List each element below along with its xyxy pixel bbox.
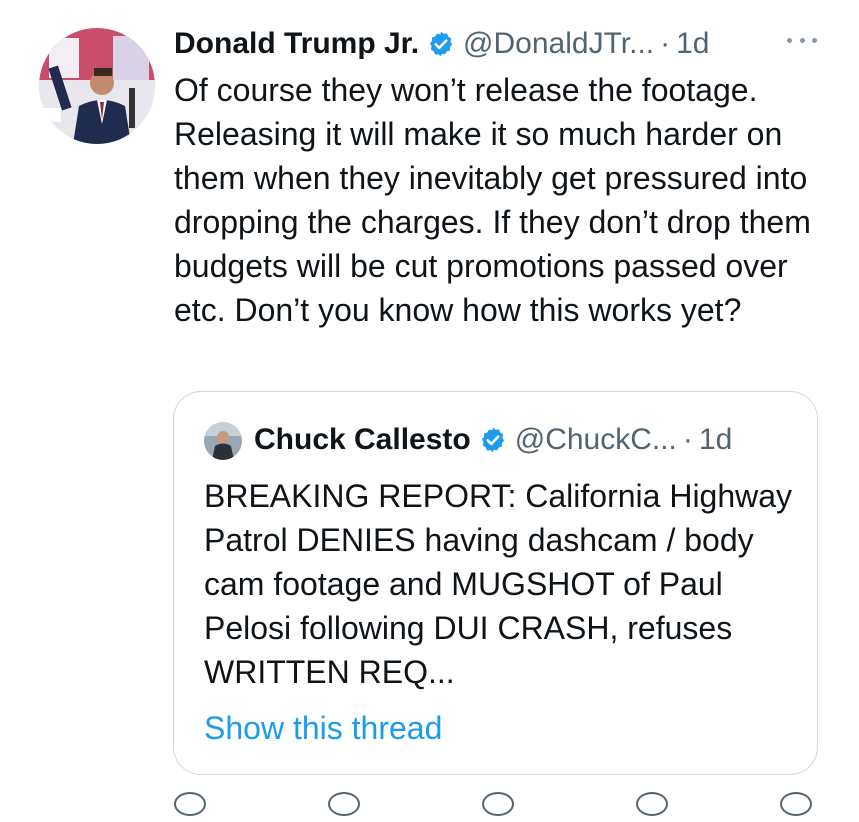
quoted-header-separator: · [682,423,693,456]
quoted-author-handle: @ChuckC... [514,423,677,456]
quoted-tweet-header: Chuck Callesto @ChuckC... · 1d [254,418,732,462]
author-avatar[interactable] [39,28,155,144]
quoted-tweet-timestamp: 1d [698,423,733,456]
more-options-icon[interactable] [787,32,817,48]
like-icon[interactable] [482,792,514,816]
quoted-author-name: Chuck Callesto [254,423,471,456]
quoted-tweet-text: BREAKING REPORT: California Highway Patr… [204,478,793,690]
more-dot [787,37,792,43]
show-thread-link[interactable]: Show this thread [204,706,442,750]
tweet-header: Donald Trump Jr. @DonaldJTr... · 1d [174,22,824,66]
analytics-icon[interactable] [780,792,812,816]
tweet-action-bar [160,792,820,822]
verified-badge-icon [427,30,455,58]
tweet-text: Of course they won’t release the footage… [174,72,811,328]
more-dot [812,37,817,43]
header-separator: · [660,27,671,60]
tweet-timestamp[interactable]: 1d [676,27,709,61]
share-icon[interactable] [636,792,668,816]
more-dot [799,37,805,43]
author-handle[interactable]: @DonaldJTr... [463,27,654,61]
reply-icon[interactable] [174,792,206,816]
author-name[interactable]: Donald Trump Jr. [174,27,419,61]
verified-badge-icon [479,426,507,454]
retweet-icon[interactable] [328,792,360,816]
quoted-tweet-card[interactable]: Chuck Callesto @ChuckC... · 1d BREAKING … [173,391,818,775]
quoted-author-avatar [204,422,242,460]
